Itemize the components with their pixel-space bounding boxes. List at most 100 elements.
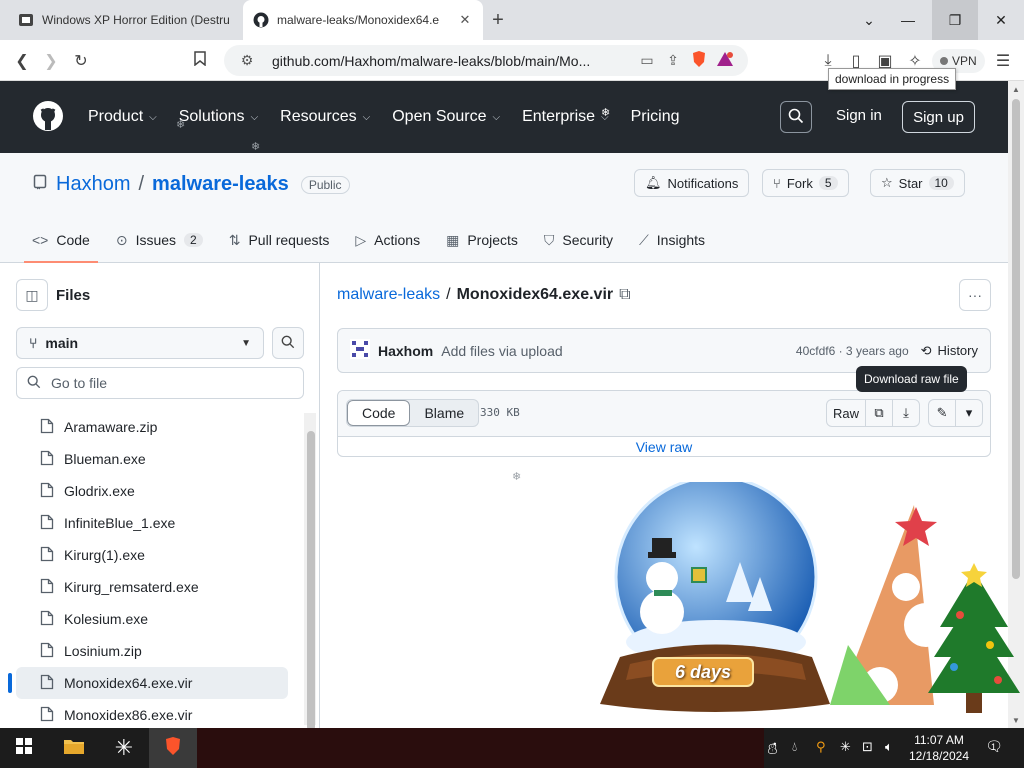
scrollbar-thumb[interactable] — [307, 431, 315, 731]
share-icon[interactable]: ⇪ — [660, 52, 686, 69]
file-tree-item[interactable]: Losinium.zip — [16, 635, 288, 667]
tab-pull-requests[interactable]: ⇅ Pull requests — [229, 227, 330, 253]
address-url[interactable]: github.com/Haxhom/malware-leaks/blob/mai… — [272, 53, 634, 69]
start-button[interactable] — [0, 728, 48, 768]
tab-security[interactable]: ⛉ Security — [544, 227, 613, 253]
nav-resources[interactable]: Resources ⌵ — [280, 108, 370, 126]
edit-button[interactable]: ✎ — [928, 399, 957, 427]
view-raw-link[interactable]: View raw — [338, 437, 990, 457]
raw-button[interactable]: Raw — [826, 399, 867, 427]
breadcrumb-repo-link[interactable]: malware-leaks — [337, 286, 440, 304]
file-tree-item[interactable]: Glodrix.exe — [16, 475, 288, 507]
brave-shields-icon[interactable] — [686, 50, 712, 71]
browser-tab-0[interactable]: Windows XP Horror Edition (Destru — [8, 0, 240, 40]
repo-separator: / — [138, 173, 145, 195]
minimize-button[interactable]: — — [885, 0, 931, 40]
sign-in-link[interactable]: Sign in — [836, 107, 882, 124]
network-icon[interactable]: ⊡ — [862, 739, 873, 755]
file-tree-item[interactable]: Aramaware.zip — [16, 411, 288, 443]
brave-rewards-icon[interactable] — [712, 51, 738, 70]
commit-author-link[interactable]: Haxhom — [378, 343, 433, 359]
nav-open-source[interactable]: Open Source ⌵ — [392, 108, 500, 126]
more-options-button[interactable]: ··· — [959, 279, 991, 311]
tab-insights[interactable]: ⟋ Insights — [639, 227, 705, 253]
tab-actions[interactable]: ▷ Actions — [355, 227, 420, 253]
scroll-up-arrow-icon[interactable]: ▲ — [1008, 81, 1024, 97]
nav-pricing[interactable]: Pricing — [631, 108, 680, 126]
bookmark-button[interactable] — [187, 48, 213, 74]
download-raw-button[interactable]: ⤓ — [892, 399, 921, 427]
github-logo-icon[interactable] — [32, 100, 64, 132]
copy-raw-button[interactable]: ⧉ — [865, 399, 894, 427]
tab-label: Projects — [467, 232, 518, 248]
system-clock[interactable]: 11:07 AM 12/18/2024 — [900, 732, 978, 764]
snow-globe-label: 6 days — [674, 661, 732, 682]
close-icon[interactable]: ✕ — [457, 12, 473, 28]
droplet-icon[interactable]: 💧︎ — [792, 739, 797, 755]
sign-up-button[interactable]: Sign up — [902, 101, 975, 133]
file-tree-item[interactable]: Kolesium.exe — [16, 603, 288, 635]
tab-projects[interactable]: ▦ Projects — [446, 227, 518, 253]
tab-code[interactable]: <> Code — [24, 227, 98, 263]
brave-browser-button[interactable] — [149, 728, 197, 768]
browser-tab-1[interactable]: malware-leaks/Monoxidex64.e ✕ — [243, 0, 483, 40]
code-view-button[interactable]: Code — [347, 400, 411, 426]
file-tree-item[interactable]: InfiniteBlue_1.exe — [16, 507, 288, 539]
blame-view-button[interactable]: Blame — [410, 400, 478, 426]
window-close-button[interactable]: ✕ — [978, 0, 1024, 40]
file-tree-item[interactable]: Kirurg_remsaterd.exe — [16, 571, 288, 603]
notification-count: 1 — [991, 742, 997, 752]
reload-button[interactable]: ↻ — [68, 48, 94, 74]
repo-owner-link[interactable]: Haxhom — [56, 173, 130, 196]
notification-center-button[interactable]: 🗨︎ 1 — [984, 738, 1004, 758]
star-button[interactable]: ☆ Star 10 — [870, 169, 965, 197]
windows-logo-icon — [16, 737, 32, 759]
branch-icon: ⑂ — [29, 335, 38, 351]
pull-request-icon: ⇅ — [228, 231, 241, 248]
caret-down-icon: ▼ — [241, 337, 251, 349]
file-icon — [40, 578, 54, 597]
cast-icon[interactable]: ▭ — [634, 52, 660, 69]
search-tray-icon[interactable]: ⚲ — [816, 739, 826, 755]
new-tab-button[interactable]: + — [488, 10, 508, 30]
go-to-file-input[interactable]: Go to file — [16, 367, 304, 399]
menu-button[interactable]: ☰ — [990, 48, 1016, 74]
site-settings-icon[interactable]: ⚙ — [234, 52, 260, 69]
file-tree-scrollbar[interactable] — [304, 413, 316, 731]
search-files-button[interactable] — [272, 327, 304, 359]
back-button[interactable]: ❮ — [9, 48, 35, 74]
forward-button[interactable]: ❯ — [38, 48, 64, 74]
commit-message-link[interactable]: Add files via upload — [441, 343, 562, 359]
nav-product[interactable]: Product ⌵ — [88, 108, 157, 126]
tab-issues[interactable]: ⊙ Issues 2 — [116, 227, 203, 253]
notifications-button[interactable]: 🔔︎ Notifications — [634, 169, 750, 197]
nav-solutions[interactable]: Solutions ⌵ — [179, 108, 258, 126]
graph-icon: ⟋ — [638, 231, 649, 248]
copy-icon[interactable]: ⧉ — [619, 286, 630, 304]
nav-label: Enterprise — [522, 108, 596, 125]
snow-app-button[interactable]: ✳ — [100, 728, 148, 768]
collapse-file-tree-button[interactable]: ◫ — [16, 279, 48, 311]
edit-dropdown-button[interactable]: ▾ — [955, 399, 984, 427]
commit-sha-age[interactable]: 40cfdf6 · 3 years ago — [796, 344, 909, 358]
snowflake-tray-icon[interactable]: ✳ — [840, 739, 851, 755]
repo-name-link[interactable]: malware-leaks — [152, 173, 289, 196]
fork-button[interactable]: ⑂ Fork 5 — [762, 169, 849, 197]
history-button[interactable]: ⟲ History — [921, 343, 978, 359]
branch-selector[interactable]: ⑂ main ▼ — [16, 327, 264, 359]
nav-enterprise[interactable]: Enterprise ⌵ — [522, 108, 609, 126]
tray-app-icon[interactable]: ⛄︎ — [766, 739, 779, 758]
file-toolbar: Code Blame 330 KB Raw ⧉ ⤓ ✎ ▾ — [338, 391, 990, 437]
restore-button[interactable]: ❐ — [932, 0, 978, 40]
file-tree-item[interactable]: Blueman.exe — [16, 443, 288, 475]
repo-header: Haxhom / malware-leaks Public 🔔︎ Notific… — [0, 153, 1008, 263]
address-bar[interactable]: ⚙ github.com/Haxhom/malware-leaks/blob/m… — [224, 45, 748, 76]
fork-icon: ⑂ — [773, 175, 781, 191]
file-tree-item[interactable]: Monoxidex64.exe.vir — [8, 667, 288, 699]
github-search-button[interactable] — [780, 101, 812, 133]
file-tree-item[interactable]: Kirurg(1).exe — [16, 539, 288, 571]
volume-icon[interactable]: 🔈︎ — [885, 739, 893, 755]
file-explorer-button[interactable] — [50, 728, 98, 768]
author-avatar[interactable] — [350, 339, 370, 362]
sidebar-collapse-icon: ◫ — [25, 286, 39, 303]
